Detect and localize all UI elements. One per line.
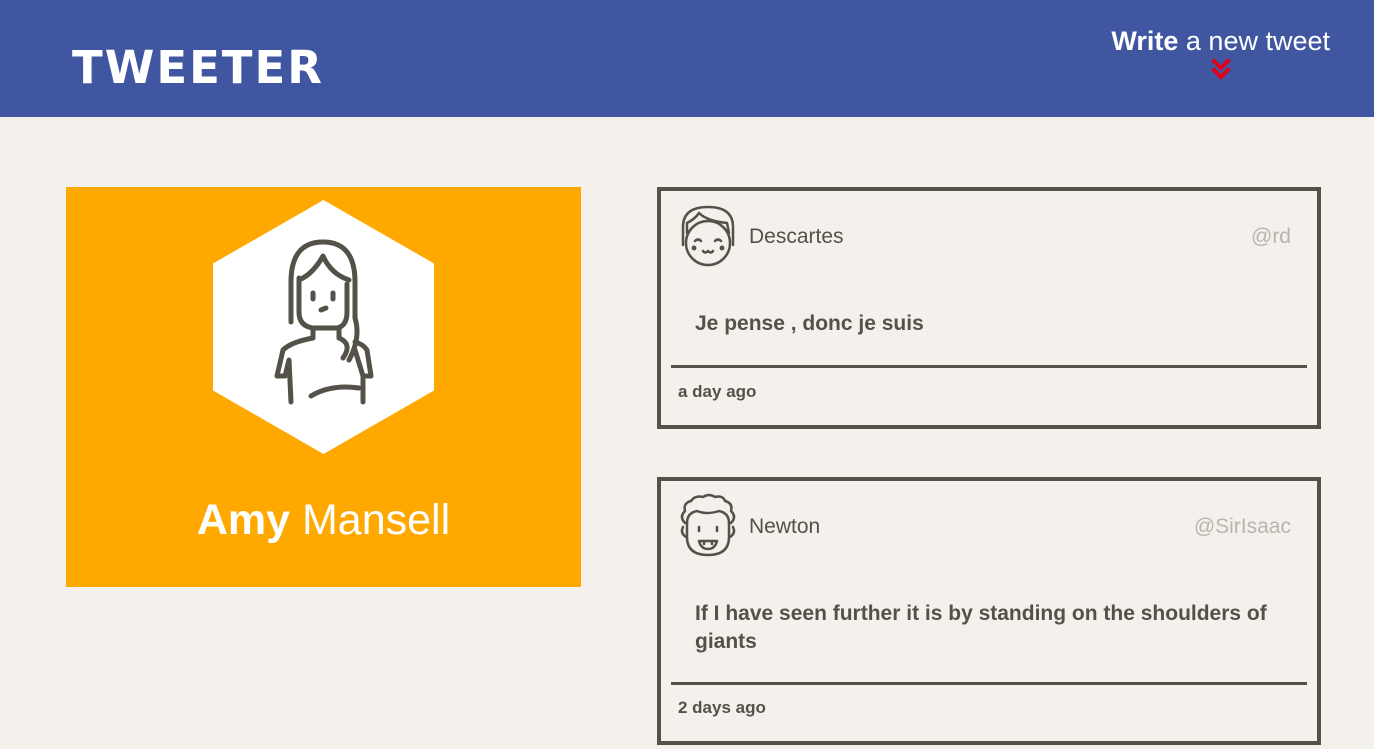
tweet-divider (671, 365, 1307, 368)
tweet-text: Je pense , donc je suis (695, 312, 924, 335)
write-label: Write (1111, 26, 1179, 56)
tweet-author-handle[interactable]: @SirIsaac (1194, 515, 1291, 539)
tweet-author-name[interactable]: Descartes (749, 225, 844, 249)
tweet-author-handle[interactable]: @rd (1251, 225, 1291, 249)
woman-avatar-icon (213, 200, 434, 454)
top-navigation-bar: TWEETER Write a new tweet (0, 0, 1374, 117)
tweet-card: Newton @SirIsaac If I have seen further … (657, 477, 1321, 745)
double-chevron-down-icon[interactable] (1210, 58, 1231, 82)
profile-last-name: Mansell (301, 496, 451, 544)
tweet-timestamp: a day ago (678, 382, 757, 401)
app-logo[interactable]: TWEETER (72, 44, 324, 92)
tweet-author-name[interactable]: Newton (749, 515, 820, 539)
tweet-card: Descartes @rd Je pense , donc je suis a … (657, 187, 1321, 429)
tweet-text: If I have seen further it is by standing… (695, 602, 1267, 653)
girl-avatar-icon (681, 205, 735, 267)
tweet-timestamp: 2 days ago (678, 698, 766, 717)
new-tweet-label: a new tweet (1185, 26, 1330, 56)
tweet-divider (671, 682, 1307, 685)
curly-hair-avatar-icon (680, 493, 736, 557)
write-new-tweet-label[interactable]: Write a new tweet (1111, 24, 1330, 58)
profile-first-name: Amy (196, 496, 291, 544)
profile-card: Amy Mansell (66, 187, 581, 587)
write-new-tweet-toggle[interactable]: Write a new tweet (1111, 24, 1330, 82)
profile-name: Amy Mansell (66, 492, 581, 548)
